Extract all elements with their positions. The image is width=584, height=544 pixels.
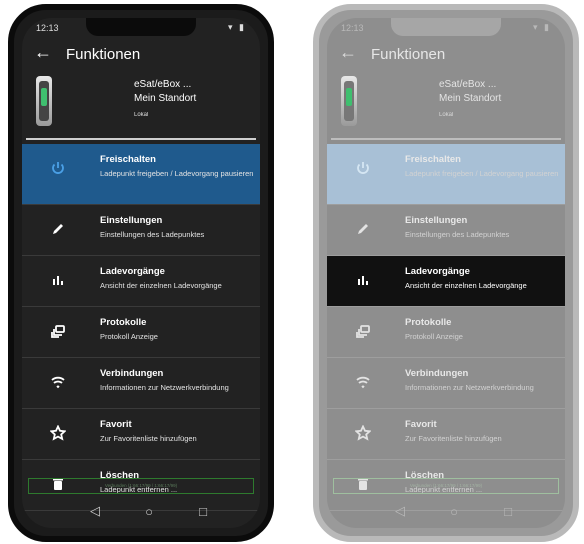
menu-item-verbindungen[interactable]: Verbindungen Informationen zur Netzwerkv… — [327, 358, 565, 409]
screen: 12:13 ▾ ▮ ← Funktionen eSat/eBox ... Mei… — [327, 18, 565, 528]
device-header: eSat/eBox ... Mein Standort Lokal — [331, 72, 561, 140]
nav-back-icon[interactable]: ◁ — [391, 502, 409, 520]
menu-item-title: Ladevorgänge — [405, 266, 470, 277]
menu-item-subtitle: Ladepunkt freigeben / Ladevorgang pausie… — [405, 169, 559, 178]
menu-item-title: Verbindungen — [100, 368, 164, 379]
menu-item-einstellungen[interactable]: Einstellungen Einstellungen des Ladepunk… — [22, 205, 260, 256]
log-icon — [48, 321, 68, 341]
status-bar: 12:13 ▾ ▮ — [22, 18, 260, 38]
function-menu: Freischalten Ladepunkt freigeben / Ladev… — [327, 144, 565, 511]
menu-item-title: Einstellungen — [405, 215, 468, 226]
page-title: Funktionen — [371, 46, 446, 63]
screen: 12:13 ▾ ▮ ← Funktionen eSat/eBox ... Mei… — [22, 18, 260, 528]
menu-item-protokolle[interactable]: Protokolle Protokoll Anzeige — [327, 307, 565, 358]
camera-notch — [86, 18, 196, 36]
back-arrow-icon[interactable]: ← — [339, 42, 357, 63]
device-location: Mein Standort — [439, 93, 502, 104]
nav-home-icon[interactable]: ○ — [445, 502, 463, 520]
device-mode: Lokal — [134, 112, 149, 118]
device-name: eSat/eBox ... — [134, 79, 192, 90]
menu-item-freischalten[interactable]: Freischalten Ladepunkt freigeben / Ladev… — [327, 144, 565, 205]
charger-image — [36, 76, 52, 126]
status-time: 12:13 — [341, 23, 364, 33]
function-menu: Freischalten Ladepunkt freigeben / Ladev… — [22, 144, 260, 511]
menu-item-title: Protokolle — [405, 317, 452, 328]
connection-status-bar: Verbunden (1:66:17/99 / 1:66:17/99) — [333, 478, 559, 494]
menu-item-title: Ladevorgänge — [100, 266, 165, 277]
log-icon — [353, 321, 373, 341]
menu-item-subtitle: Ansicht der einzelnen Ladevorgänge — [405, 281, 527, 290]
power-icon — [353, 158, 373, 178]
bar-chart-icon — [48, 270, 68, 290]
menu-item-subtitle: Protokoll Anzeige — [405, 332, 463, 341]
system-icons: ▾ ▮ — [533, 22, 551, 32]
menu-item-freischalten[interactable]: Freischalten Ladepunkt freigeben / Ladev… — [22, 144, 260, 205]
menu-item-favorit[interactable]: Favorit Zur Favoritenliste hinzufügen — [327, 409, 565, 460]
menu-item-subtitle: Informationen zur Netzwerkverbindung — [405, 383, 534, 392]
pencil-icon — [353, 219, 373, 239]
status-bar: 12:13 ▾ ▮ — [327, 18, 565, 38]
menu-item-einstellungen[interactable]: Einstellungen Einstellungen des Ladepunk… — [327, 205, 565, 256]
connection-status-bar: Verbunden (1:66:17/99 / 1:66:17/99) — [28, 478, 254, 494]
menu-item-subtitle: Zur Favoritenliste hinzufügen — [405, 434, 502, 443]
pencil-icon — [48, 219, 68, 239]
wifi-icon — [48, 372, 68, 392]
menu-item-verbindungen[interactable]: Verbindungen Informationen zur Netzwerkv… — [22, 358, 260, 409]
nav-back-icon[interactable]: ◁ — [86, 502, 104, 520]
menu-item-favorit[interactable]: Favorit Zur Favoritenliste hinzufügen — [22, 409, 260, 460]
nav-recents-icon[interactable]: □ — [194, 502, 212, 520]
power-icon — [48, 158, 68, 178]
wifi-icon — [353, 372, 373, 392]
menu-item-subtitle: Protokoll Anzeige — [100, 332, 158, 341]
bar-chart-icon — [353, 270, 373, 290]
charger-image — [341, 76, 357, 126]
device-mode: Lokal — [439, 112, 454, 118]
menu-item-subtitle: Ansicht der einzelnen Ladevorgänge — [100, 281, 222, 290]
page-title: Funktionen — [66, 46, 141, 63]
app-bar: ← Funktionen — [327, 38, 565, 72]
menu-item-title: Freischalten — [405, 154, 461, 165]
menu-item-subtitle: Informationen zur Netzwerkverbindung — [100, 383, 229, 392]
back-arrow-icon[interactable]: ← — [34, 42, 52, 63]
app-bar: ← Funktionen — [22, 38, 260, 72]
menu-item-title: Einstellungen — [100, 215, 163, 226]
device-header: eSat/eBox ... Mein Standort Lokal — [26, 72, 256, 140]
menu-item-title: Freischalten — [100, 154, 156, 165]
camera-notch — [391, 18, 501, 36]
menu-item-title: Favorit — [100, 419, 132, 430]
star-icon — [353, 423, 373, 443]
menu-item-subtitle: Einstellungen des Ladepunktes — [100, 230, 205, 239]
menu-item-title: Verbindungen — [405, 368, 469, 379]
star-icon — [48, 423, 68, 443]
android-nav-bar: ◁ ○ □ — [327, 500, 565, 522]
device-name: eSat/eBox ... — [439, 79, 497, 90]
menu-item-subtitle: Zur Favoritenliste hinzufügen — [100, 434, 197, 443]
phone-right: 12:13 ▾ ▮ ← Funktionen eSat/eBox ... Mei… — [313, 4, 579, 542]
phone-left: 12:13 ▾ ▮ ← Funktionen eSat/eBox ... Mei… — [8, 4, 274, 542]
status-time: 12:13 — [36, 23, 59, 33]
menu-item-ladevorgaenge[interactable]: Ladevorgänge Ansicht der einzelnen Ladev… — [327, 256, 565, 307]
nav-home-icon[interactable]: ○ — [140, 502, 158, 520]
menu-item-protokolle[interactable]: Protokolle Protokoll Anzeige — [22, 307, 260, 358]
device-location: Mein Standort — [134, 93, 197, 104]
system-icons: ▾ ▮ — [228, 22, 246, 32]
menu-item-subtitle: Ladepunkt freigeben / Ladevorgang pausie… — [100, 169, 254, 178]
menu-item-ladevorgaenge[interactable]: Ladevorgänge Ansicht der einzelnen Ladev… — [22, 256, 260, 307]
android-nav-bar: ◁ ○ □ — [22, 500, 260, 522]
nav-recents-icon[interactable]: □ — [499, 502, 517, 520]
menu-item-title: Favorit — [405, 419, 437, 430]
menu-item-subtitle: Einstellungen des Ladepunktes — [405, 230, 510, 239]
menu-item-title: Protokolle — [100, 317, 147, 328]
